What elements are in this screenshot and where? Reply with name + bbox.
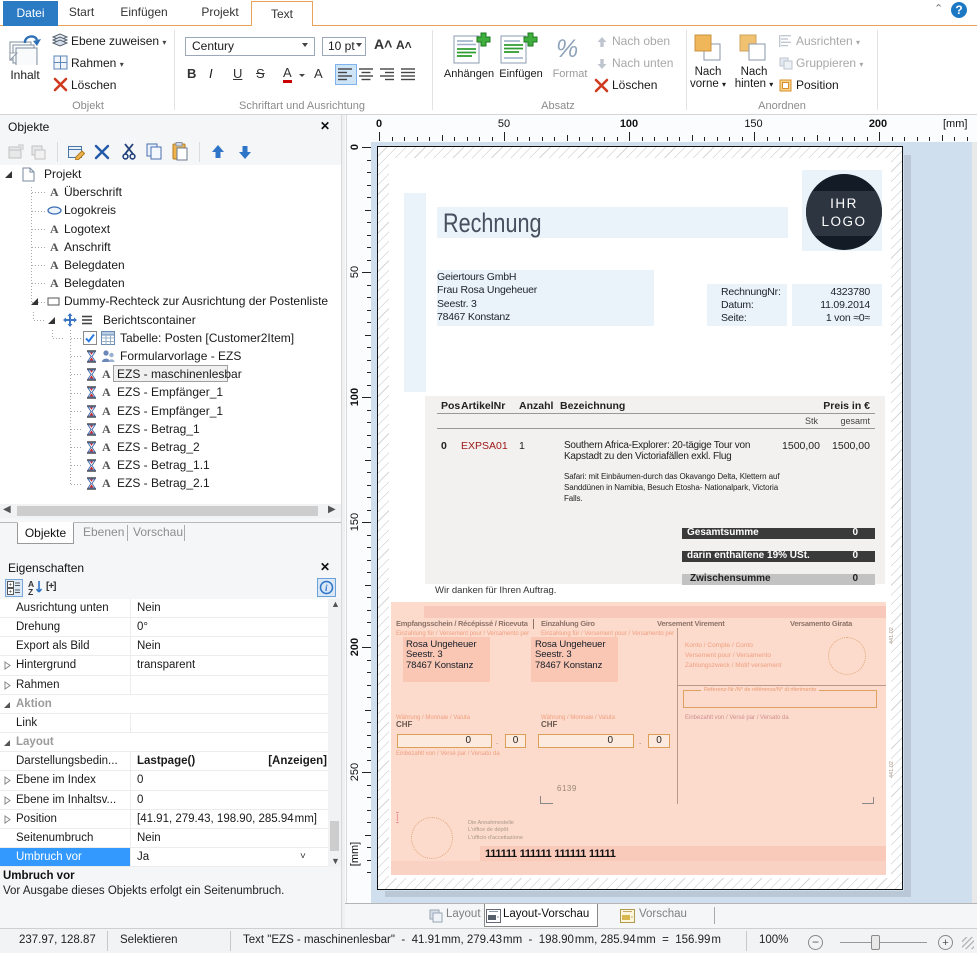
svg-text:i: i [325, 583, 328, 593]
svg-text:+: + [9, 590, 13, 596]
svg-text:+: + [9, 583, 13, 589]
svg-text:Z: Z [28, 587, 33, 597]
